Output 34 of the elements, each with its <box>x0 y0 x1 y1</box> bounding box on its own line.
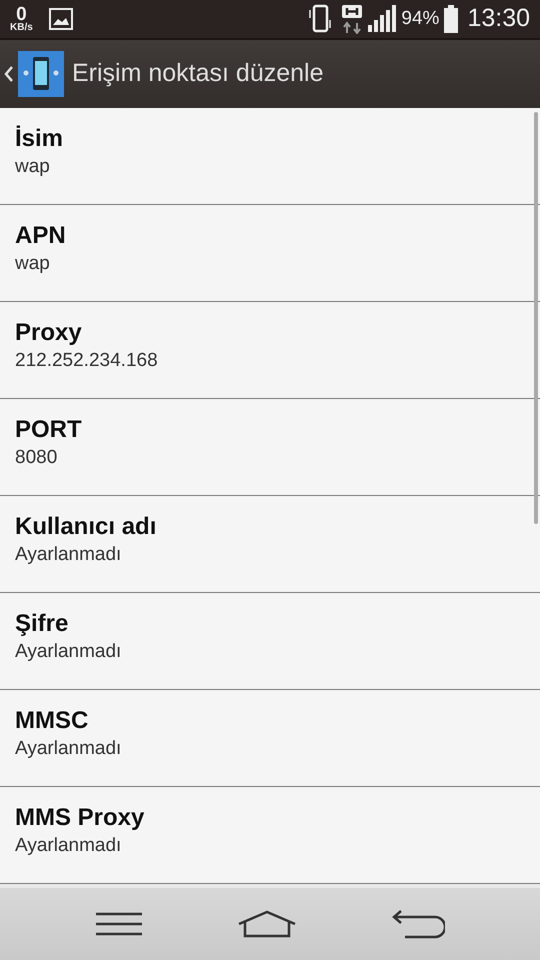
setting-value: wap <box>15 252 51 276</box>
speed-unit: KB/s <box>10 23 33 32</box>
menu-icon[interactable] <box>95 912 144 936</box>
setting-title: Şifre <box>15 609 70 639</box>
setting-value: 8080 <box>15 446 58 470</box>
setting-title: APN <box>15 221 67 251</box>
clock: 13:30 <box>467 3 530 34</box>
setting-value: wap <box>15 155 51 179</box>
setting-title: MMSC <box>15 706 90 736</box>
screen-title: Erişim noktası düzenle <box>72 58 324 90</box>
setting-value: Ayarlanmadı <box>15 640 122 664</box>
back-icon[interactable] <box>390 909 445 939</box>
image-icon <box>48 8 73 30</box>
back-button[interactable] <box>4 51 64 97</box>
setting-value: Ayarlanmadı <box>15 834 122 858</box>
battery-icon <box>443 5 460 33</box>
setting-item[interactable]: Şifre Ayarlanmadı <box>0 593 540 690</box>
setting-title: Kullanıcı adı <box>15 512 158 542</box>
signal-icon <box>367 5 398 33</box>
network-type-icon <box>341 4 364 34</box>
setting-value: Ayarlanmadı <box>15 543 122 567</box>
vibrate-icon <box>307 4 334 34</box>
setting-title: Proxy <box>15 318 83 348</box>
setting-title: İsim <box>15 124 64 154</box>
caret-icon <box>4 65 14 83</box>
battery-percentage: 94% <box>401 6 440 31</box>
setting-item[interactable]: MMSC Ayarlanmadı <box>0 690 540 787</box>
setting-title: PORT <box>15 415 83 445</box>
speed-value: 0 <box>16 6 27 24</box>
home-icon[interactable] <box>238 910 296 938</box>
setting-value: 212.252.234.168 <box>15 349 159 373</box>
phone-icon <box>18 51 64 97</box>
setting-title: MMS Proxy <box>15 803 146 833</box>
setting-value: Ayarlanmadı <box>15 737 122 761</box>
